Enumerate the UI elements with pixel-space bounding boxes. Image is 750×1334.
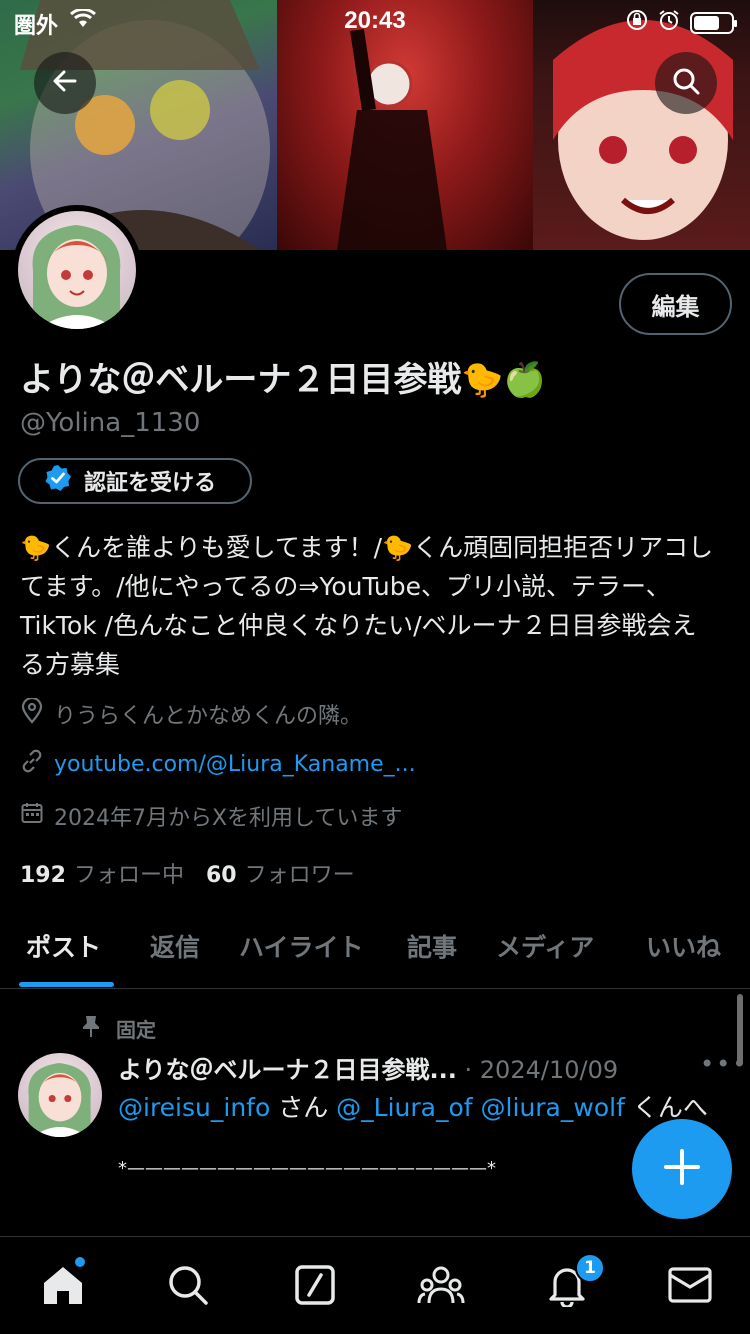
post-text-part: くんへ <box>624 1093 708 1122</box>
mention-link[interactable]: @_Liura_of <box>336 1093 472 1122</box>
get-verified-button[interactable]: 認証を受ける <box>18 458 252 504</box>
nav-home[interactable] <box>35 1257 91 1315</box>
followers-link[interactable]: 60 フォロワー <box>206 857 355 889</box>
orientation-lock-icon <box>626 9 648 36</box>
tab-replies[interactable]: 返信 <box>150 928 200 964</box>
home-icon <box>41 1263 85 1311</box>
tab-posts[interactable]: ポスト <box>26 928 101 964</box>
get-verified-label: 認証を受ける <box>84 471 217 496</box>
following-label: フォロー中 <box>73 863 184 888</box>
pinned-label: 固定 <box>116 1018 156 1042</box>
scrollbar[interactable] <box>737 994 743 1066</box>
nav-grok[interactable] <box>287 1259 343 1315</box>
profile-location: りうらくんとかなめくんの隣。 <box>20 696 363 730</box>
tab-articles[interactable]: 記事 <box>407 928 457 964</box>
post-text-part: さん <box>270 1093 337 1122</box>
follow-stats: 192 フォロー中 60 フォロワー <box>20 857 355 889</box>
bottom-navigation: 1 <box>0 1236 750 1334</box>
post-date: · 2024/10/09 <box>464 1056 619 1084</box>
following-link[interactable]: 192 フォロー中 <box>20 857 184 889</box>
followers-count: 60 <box>205 863 237 888</box>
compose-button[interactable] <box>632 1119 732 1219</box>
post-author-name[interactable]: よりな＠ベルーナ２日目参戦... <box>118 1056 457 1084</box>
profile-tabs: ポスト 返信 ハイライト 記事 メディア いいね <box>0 900 750 989</box>
active-tab-indicator <box>19 982 114 987</box>
calendar-icon <box>20 801 44 831</box>
plus-icon <box>663 1148 701 1190</box>
communities-icon <box>417 1265 465 1309</box>
post-text: @ireisu_info さん @_Liura_of @liura_wolf く… <box>118 1088 708 1124</box>
post-author-avatar[interactable] <box>18 1053 102 1137</box>
profile-name: よりな＠ベルーナ２日目参戦🐤🍏 <box>20 360 546 400</box>
post-divider-line: *————————————————————* <box>118 1158 496 1179</box>
mention-link[interactable]: @ireisu_info <box>118 1093 270 1122</box>
grok-icon <box>295 1265 335 1309</box>
nav-communities[interactable] <box>413 1259 469 1315</box>
location-pin-icon <box>20 696 44 730</box>
link-text[interactable]: youtube.com/@Liura_Kaname_... <box>54 752 416 777</box>
pinned-indicator: 固定 <box>80 1014 156 1043</box>
arrow-left-icon <box>51 67 79 99</box>
search-button[interactable] <box>655 52 717 114</box>
search-icon <box>671 66 701 100</box>
status-bar: 圏外 20:43 <box>0 0 750 40</box>
profile-avatar[interactable] <box>12 205 142 335</box>
profile-bio: 🐤くんを誰よりも愛してます！/🐤くん頑固同担拒否リアコしてます。/他にやってるの… <box>20 533 714 679</box>
home-unread-dot <box>75 1257 85 1267</box>
profile-link[interactable]: youtube.com/@Liura_Kaname_... <box>20 749 416 779</box>
joined-text: 2024年7月からXを利用しています <box>54 806 403 831</box>
followers-label: フォロワー <box>244 863 355 888</box>
edit-profile-button[interactable]: 編集 <box>619 273 732 335</box>
mention-link[interactable]: @liura_wolf <box>481 1093 625 1122</box>
nav-notifications[interactable]: 1 <box>539 1253 605 1315</box>
post-text-space <box>473 1093 481 1122</box>
profile-joined: 2024年7月からXを利用しています <box>20 800 402 832</box>
battery-icon <box>690 11 737 34</box>
envelope-icon <box>668 1267 712 1307</box>
following-count: 192 <box>20 863 66 888</box>
notifications-badge: 1 <box>575 1253 605 1283</box>
profile-handle: @Yolina_1130 <box>20 408 201 438</box>
link-icon <box>20 749 44 779</box>
post-header: よりな＠ベルーナ２日目参戦... · 2024/10/09 <box>118 1050 718 1085</box>
location-text: りうらくんとかなめくんの隣。 <box>54 704 363 729</box>
pin-icon <box>80 1014 102 1043</box>
verified-badge-icon <box>44 464 72 498</box>
back-button[interactable] <box>34 52 96 114</box>
alarm-icon <box>658 9 680 36</box>
tab-highlights[interactable]: ハイライト <box>239 928 364 964</box>
nav-search[interactable] <box>160 1259 216 1315</box>
nav-messages[interactable] <box>662 1259 718 1315</box>
tab-likes[interactable]: いいね <box>646 928 721 964</box>
tab-media[interactable]: メディア <box>496 928 594 964</box>
search-icon <box>167 1264 209 1310</box>
